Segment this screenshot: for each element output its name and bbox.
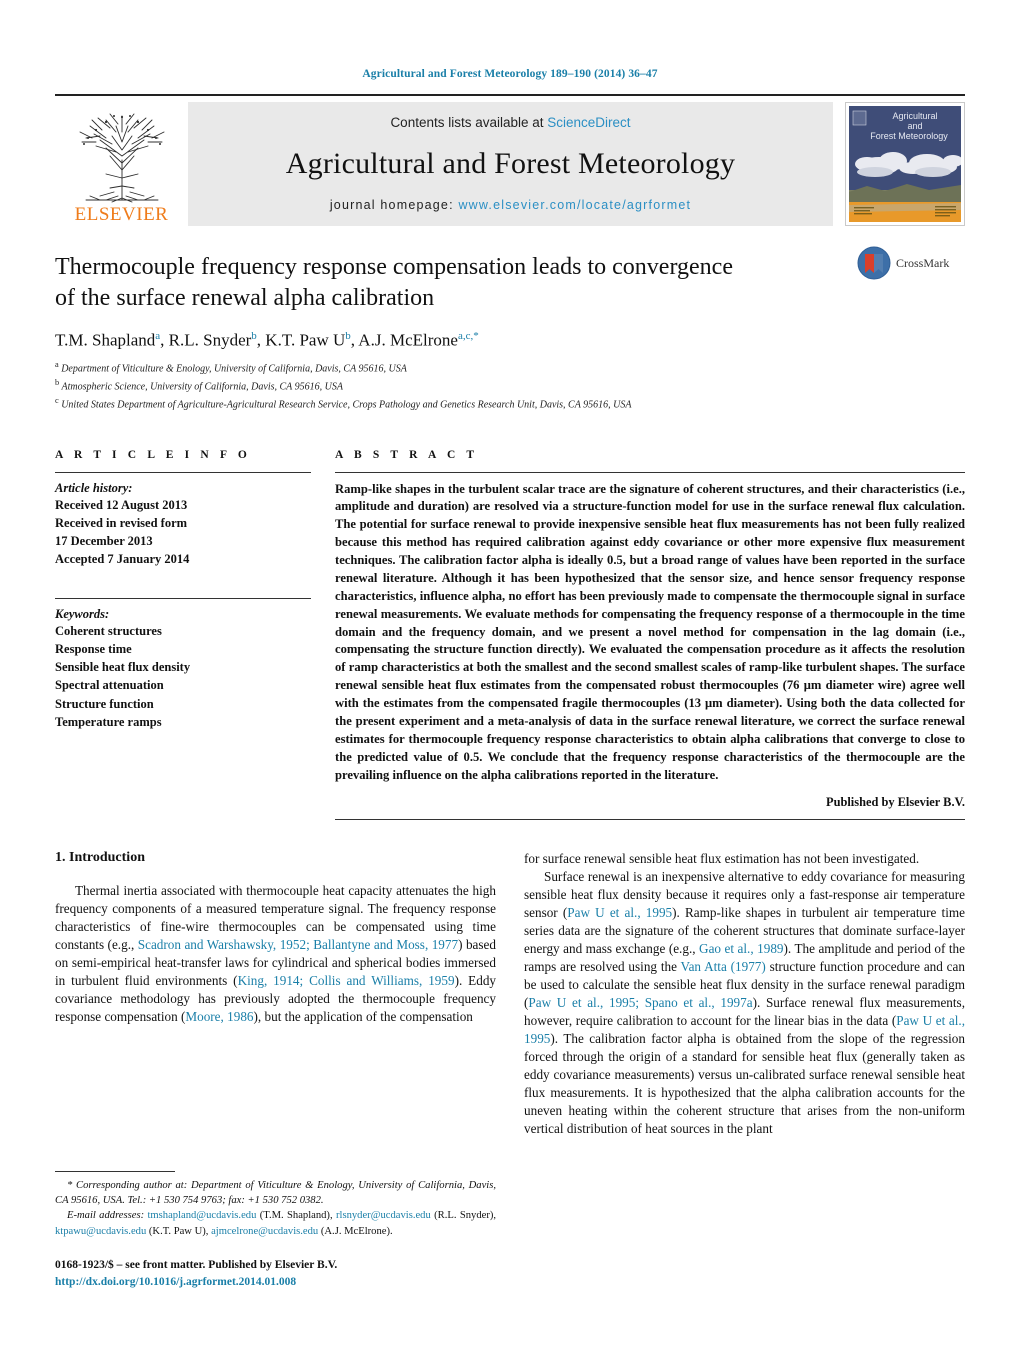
affiliation-item: b Atmospheric Science, University of Cal… <box>55 377 343 393</box>
text-segment: ), but the application of the compensati… <box>253 1009 473 1025</box>
homepage-prefix: journal homepage: <box>329 198 459 212</box>
email-owner: (A.J. McElrone). <box>320 1225 393 1237</box>
email-label: E-mail addresses: <box>67 1210 145 1222</box>
issn-copyright-block: 0168-1923/$ – see front matter. Publishe… <box>55 1257 496 1290</box>
page-title: Thermocouple frequency response compensa… <box>55 254 733 311</box>
intro-paragraph-right-1: for surface renewal sensible heat flux e… <box>524 851 920 867</box>
list-item: 17 December 2013 <box>55 533 153 548</box>
journal-homepage-line: journal homepage: www.elsevier.com/locat… <box>330 198 691 212</box>
citation-link[interactable]: Moore, 1986 <box>185 1009 253 1024</box>
divider <box>335 471 965 473</box>
crossmark-label: CrossMark <box>896 255 950 270</box>
contents-available-line: Contents lists available at ScienceDirec… <box>390 115 630 130</box>
keywords-label: Keywords: <box>55 607 110 622</box>
footnote-divider <box>55 1170 175 1172</box>
divider <box>55 598 311 600</box>
elsevier-wordmark: ELSEVIER <box>74 204 169 225</box>
masthead-center: Contents lists available at ScienceDirec… <box>188 102 833 226</box>
footnote-zone: * Corresponding author at: Department of… <box>55 1170 496 1291</box>
doi-link[interactable]: http://dx.doi.org/10.1016/j.agrformet.20… <box>55 1274 496 1291</box>
title-block: Thermocouple frequency response compensa… <box>55 246 965 413</box>
crossmark-icon <box>857 246 891 280</box>
intro-paragraph-right-2: Surface renewal is an inexpensive altern… <box>524 868 965 1137</box>
email-link[interactable]: ktpawu@ucdavis.edu <box>55 1226 146 1237</box>
contents-prefix: Contents lists available at <box>390 115 548 130</box>
body-columns: 1. Introduction Thermal inertia associat… <box>55 850 965 1290</box>
svg-text:Agricultural: Agricultural <box>892 111 937 121</box>
article-history-label: Article history: <box>55 480 133 495</box>
citation-link[interactable]: Van Atta (1977) <box>681 959 766 974</box>
journal-masthead: ELSEVIER Contents lists available at Sci… <box>55 94 965 226</box>
svg-text:and: and <box>907 121 922 131</box>
article-info-heading: A R T I C L E I N F O <box>55 448 251 461</box>
list-item: Sensible heat flux density <box>55 660 191 675</box>
email-addresses-note: E-mail addresses: tmshapland@ucdavis.edu… <box>55 1208 496 1239</box>
crossmark-badge[interactable]: CrossMark <box>857 246 965 280</box>
citation-link[interactable]: Paw U et al., 1995; Spano et al., 1997a <box>528 995 752 1010</box>
divider <box>55 471 311 473</box>
list-item: Response time <box>55 642 132 657</box>
email-link[interactable]: ajmcelrone@ucdavis.edu <box>211 1226 318 1237</box>
intro-paragraph-left: Thermal inertia associated with thermoco… <box>55 882 496 1026</box>
svg-text:Forest Meteorology: Forest Meteorology <box>870 131 948 141</box>
list-item: Accepted 7 January 2014 <box>55 551 190 566</box>
article-info-column: A R T I C L E I N F O Article history: R… <box>55 449 311 821</box>
keywords-list: Coherent structures Response time Sensib… <box>55 622 311 731</box>
journal-cover-thumbnail[interactable]: Agricultural and Forest Meteorology <box>845 102 965 226</box>
keywords-block: Keywords: Coherent structures Response t… <box>55 598 311 731</box>
body-column-right: for surface renewal sensible heat flux e… <box>524 850 965 1290</box>
running-head: Agricultural and Forest Meteorology 189–… <box>362 68 658 80</box>
email-owner: (K.T. Paw U), <box>148 1225 209 1237</box>
author-list: T.M. Shaplanda, R.L. Snyderb, K.T. Paw U… <box>55 330 479 351</box>
corresponding-author-note: * Corresponding author at: Department of… <box>55 1179 496 1207</box>
list-item: Temperature ramps <box>55 714 162 729</box>
text-segment: ). The calibration factor alpha is obtai… <box>524 1030 965 1136</box>
abstract-heading: A B S T R A C T <box>335 448 479 461</box>
list-item: Received in revised form <box>55 515 188 530</box>
email-link[interactable]: tmshapland@ucdavis.edu <box>147 1210 256 1221</box>
list-item: Coherent structures <box>55 624 162 639</box>
sciencedirect-link[interactable]: ScienceDirect <box>547 115 630 130</box>
email-owner: (R.L. Snyder), <box>434 1210 497 1222</box>
issn-line: 0168-1923/$ – see front matter. Publishe… <box>55 1259 338 1272</box>
email-link[interactable]: rlsnyder@ucdavis.edu <box>336 1210 431 1221</box>
affiliation-item: a Department of Viticulture & Enology, U… <box>55 360 407 375</box>
citation-link[interactable]: Paw U et al., 1995 <box>567 905 672 920</box>
journal-cover-image: Agricultural and Forest Meteorology <box>849 106 961 222</box>
homepage-url-link[interactable]: www.elsevier.com/locate/agrformet <box>458 198 691 212</box>
affiliation-list: a Department of Viticulture & Enology, U… <box>55 359 965 412</box>
elsevier-tree-icon <box>79 113 164 203</box>
article-page: Agricultural and Forest Meteorology 189–… <box>0 0 1020 1351</box>
cover-artwork: Agricultural and Forest Meteorology <box>849 106 961 222</box>
list-item: Spectral attenuation <box>55 678 164 693</box>
journal-title: Agricultural and Forest Meteorology <box>285 147 736 180</box>
citation-link[interactable]: Gao et al., 1989 <box>699 941 783 956</box>
list-item: Received 12 August 2013 <box>55 497 188 512</box>
elsevier-logo: ELSEVIER <box>55 102 188 226</box>
citation-link[interactable]: King, 1914; Collis and Williams, 1959 <box>238 973 455 988</box>
info-abstract-region: A R T I C L E I N F O Article history: R… <box>55 449 965 821</box>
citation-link[interactable]: Scadron and Warshawsky, 1952; Ballantyne… <box>138 937 458 952</box>
email-owner: (T.M. Shapland), <box>259 1210 333 1222</box>
affiliation-item: c United States Department of Agricultur… <box>55 395 632 411</box>
list-item: Structure function <box>55 696 154 711</box>
body-column-left: 1. Introduction Thermal inertia associat… <box>55 850 496 1290</box>
divider <box>335 819 965 821</box>
published-by: Published by Elsevier B.V. <box>826 795 965 810</box>
abstract-column: A B S T R A C T Ramp-like shapes in the … <box>335 449 965 821</box>
abstract-text: Ramp-like shapes in the turbulent scalar… <box>335 481 965 782</box>
article-history-list: Received 12 August 2013 Received in revi… <box>55 496 311 569</box>
section-heading-introduction: 1. Introduction <box>55 850 145 866</box>
